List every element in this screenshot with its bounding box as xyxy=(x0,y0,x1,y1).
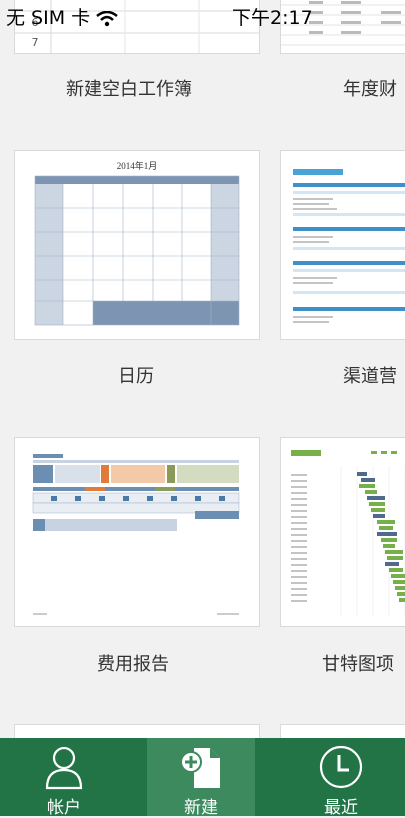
template-label: 渠道营 xyxy=(343,366,397,387)
carrier-status: 无 SIM 卡 xyxy=(6,3,118,30)
calendar-preview: 2014年1月 xyxy=(34,160,240,326)
channel-marketing-preview xyxy=(293,169,405,323)
template-expense-report[interactable] xyxy=(14,437,260,627)
tab-bar: 帐户 新建 最近 xyxy=(0,738,405,818)
tab-new[interactable]: 新建 xyxy=(147,738,255,818)
tab-account[interactable]: 帐户 xyxy=(0,738,128,818)
template-gantt-project[interactable] xyxy=(280,437,405,627)
tab-label: 帐户 xyxy=(47,798,81,818)
tab-label: 最近 xyxy=(324,798,358,818)
calendar-preview-title: 2014年1月 xyxy=(117,160,158,171)
wifi-icon xyxy=(96,10,118,26)
row-number: 7 xyxy=(32,36,39,49)
template-label: 日历 xyxy=(118,366,154,387)
clock-icon xyxy=(319,745,363,789)
template-label: 新建空白工作簿 xyxy=(66,79,192,100)
template-label: 甘特图项 xyxy=(322,654,394,675)
tab-label: 新建 xyxy=(184,798,218,818)
template-label: 年度财 xyxy=(343,79,397,100)
person-icon xyxy=(45,746,83,790)
template-calendar[interactable]: 2014年1月 xyxy=(14,150,260,340)
status-bar: 无 SIM 卡 下午2:17 xyxy=(0,0,405,30)
template-label: 费用报告 xyxy=(97,654,169,675)
new-document-icon xyxy=(180,748,220,788)
template-channel-marketing[interactable] xyxy=(280,150,405,340)
gantt-preview xyxy=(291,450,405,616)
expense-report-preview xyxy=(32,454,240,615)
status-time: 下午2:17 xyxy=(232,7,313,29)
tab-recent[interactable]: 最近 xyxy=(277,738,405,818)
